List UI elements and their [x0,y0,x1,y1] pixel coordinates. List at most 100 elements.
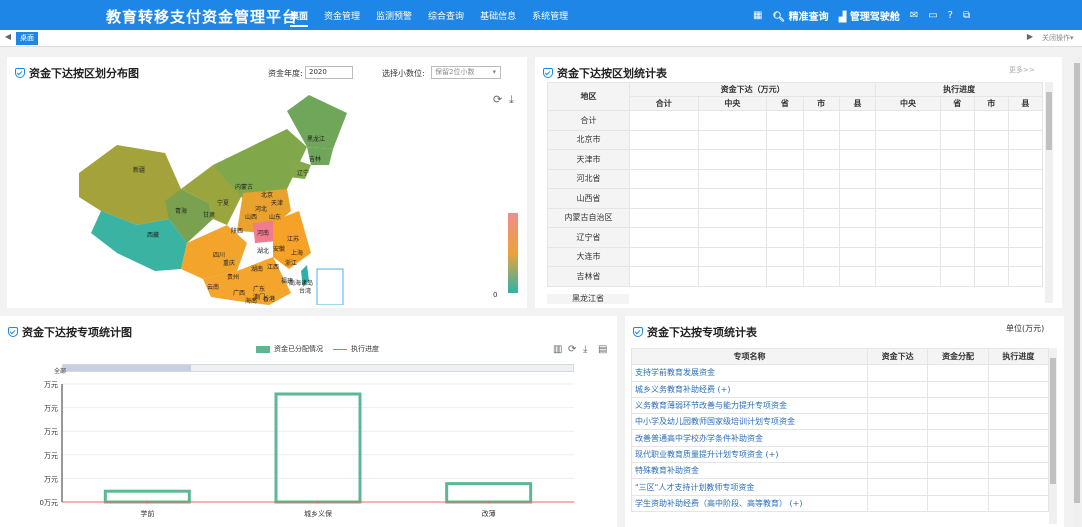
help-icon[interactable]: ? [948,10,953,21]
nav-monitoring[interactable]: 监测预警 [376,9,412,27]
region-table-scrollbar[interactable] [1045,82,1053,303]
more-link[interactable]: 更多>> [1009,65,1035,75]
nav-basic-info[interactable]: 基础信息 [480,9,516,27]
nav-system[interactable]: 系统管理 [532,9,568,27]
project-bar-chart: 0万元万元万元万元万元万元学前 城乡义保 改薄 [40,381,574,518]
scrollbar-thumb[interactable] [1046,92,1052,150]
map-label-qinghai: 青海 [175,207,187,215]
col-funds-issued: 资金下达 [866,347,929,366]
map-label-guizhou: 贵州 [227,273,239,281]
data-zoom-window[interactable] [63,365,191,371]
table-row: 辽宁省 [547,227,1044,248]
mail-icon[interactable]: ✉ [910,10,918,21]
decimal-label: 选择小数位: [382,69,425,78]
map-label-ningxia: 宁夏 [217,199,229,207]
map-label-jilin: 吉林 [309,155,321,163]
data-zoom-slider[interactable] [62,364,574,372]
map-label-shaanxi: 陕西 [231,227,243,235]
refresh-icon[interactable]: ⟳ [568,344,576,355]
table-row: 河北省 [547,168,1044,189]
table-row[interactable]: 改善普通高中学校办学条件补助资金 [631,429,1050,447]
qrcode-icon[interactable]: ▦ [753,10,762,21]
nav-query[interactable]: 综合查询 [428,9,464,27]
col-funds-allocated: 资金分配 [927,347,989,366]
south-sea-inset [316,268,344,305]
map-label-taiwan: 台湾 [299,287,311,295]
y-tick-label: 万元 [44,381,58,389]
main-nav: 桌面 资金管理 监测预警 综合查询 基础信息 系统管理 [290,9,568,27]
map-legend-gradient[interactable] [508,213,518,293]
chevron-down-icon: ▾ [492,68,496,76]
project-table-panel: 资金下达按专项统计表 单位(万元) 专项名称 资金下达 资金分配 执行进度 支持… [625,316,1064,527]
map-label-henan: 河南 [257,229,269,237]
decimal-select[interactable]: 保留2位小数 ▾ [431,66,501,79]
project-table-title: 资金下达按专项统计表 [633,324,757,340]
col-funds-city: 市 [802,96,840,111]
map-label-hebei: 河北 [255,205,267,213]
tab-desktop[interactable]: 桌面 [16,32,38,45]
region-table-panel: 资金下达按区划统计表 更多>> 地区 资金下达（万元） 执行进度 合计 中央省市县 中… [535,57,1062,308]
bar-chart-icon[interactable]: ▥ [553,344,562,355]
year-input[interactable]: 2020 [305,66,353,79]
download-icon[interactable]: ⤓ [509,93,514,107]
bar [274,392,362,504]
y-tick-label: 0万元 [40,499,58,507]
close-operations-menu[interactable]: 关闭操作▾ [1042,33,1074,43]
map-label-neimenggu: 内蒙古 [235,183,253,191]
map-legend-min: 0 [493,291,498,299]
switch-icon[interactable]: ⧉ [963,10,970,21]
project-table-scrollbar[interactable] [1049,348,1057,524]
shield-icon [543,68,553,78]
page-scrollbar-thumb[interactable] [1074,63,1080,503]
col-funds-county: 县 [838,96,877,111]
precise-query-button[interactable]: 🔍︎ 精准查询 [772,8,828,23]
map-label-anhui: 安徽 [273,245,285,253]
scrollbar-thumb[interactable] [1050,358,1056,484]
legend-alloc-label[interactable]: 资金已分配情况 [274,344,323,354]
header-tools: ▦ 🔍︎ 精准查询 ▟ 管理驾驶舱 ✉ ▭ ? ⧉ [753,8,970,23]
y-tick-label: 万元 [44,475,58,483]
tab-right-arrow-icon[interactable]: ▶ [1024,32,1036,44]
map-label-guangdong: 广东 [253,285,265,293]
col-group-progress: 执行进度 [875,82,1043,97]
table-row[interactable]: 学生资助补助经费（高中阶段、高等教育） (+) [631,494,1050,512]
map-label-sichuan: 四川 [213,252,225,259]
table-row[interactable]: 义务教育薄弱环节改善与能力提升专项资金 [631,396,1050,415]
table-row[interactable]: 城乡义务教育补助经费 (+) [631,380,1050,398]
map-label-liaoning: 辽宁 [297,169,309,177]
table-row[interactable]: 特殊教育补助资金 [631,462,1050,480]
legend-progress-swatch [333,348,347,350]
tab-left-arrow-icon[interactable]: ◀ [2,32,14,44]
table-row: 天津市 [547,149,1044,170]
window-icon[interactable]: ▭ [928,10,937,21]
table-row[interactable]: 现代职业教育质量提升计划专项资金 (+) [631,445,1050,464]
col-progress-central: 中央 [875,96,941,111]
table-row: 内蒙古自治区 [547,207,1044,228]
nav-fund-management[interactable]: 资金管理 [324,9,360,27]
table-row: 大连市 [547,246,1044,267]
page-scrollbar[interactable] [1073,57,1081,527]
col-progress-province: 省 [939,96,975,111]
bar [103,489,191,504]
data-view-icon[interactable]: ▤ [598,344,607,355]
legend-progress-label[interactable]: 执行进度 [351,344,379,354]
map-label-south-sea: 南海诸岛 [289,279,313,287]
table-row[interactable]: 中小学及幼儿园教师国家级培训计划专项资金 [631,413,1050,431]
refresh-icon[interactable]: ⟳ [493,93,502,106]
table-row[interactable]: "三区"人才支持计划教师专项资金 [631,478,1050,496]
col-funds-province: 省 [766,96,804,111]
table-row: 山西省 [547,188,1044,209]
cockpit-button[interactable]: ▟ 管理驾驶舱 [839,8,900,23]
table-row: 北京市 [547,129,1044,150]
table-row[interactable]: 支持学前教育发展资金 [631,364,1050,382]
project-table: 专项名称 资金下达 资金分配 执行进度 支持学前教育发展资金 城乡义务教育补助经… [631,347,1050,512]
nav-desktop[interactable]: 桌面 [290,9,309,27]
x-tick-label: 城乡义保 [304,509,332,518]
col-exec-progress: 执行进度 [987,347,1050,366]
map-label-beijing: 北京 [261,191,273,199]
map-label-tianjin: 天津 [271,200,283,207]
map-panel: 资金下达按区划分布图 资金年度: 2020 选择小数位: 保留2位小数 ▾ ⟳ ⤓… [7,57,527,308]
col-region: 地区 [547,82,630,111]
download-icon[interactable]: ⤓ [583,344,587,355]
chart-legend: 资金已分配情况 执行进度 [256,344,379,354]
